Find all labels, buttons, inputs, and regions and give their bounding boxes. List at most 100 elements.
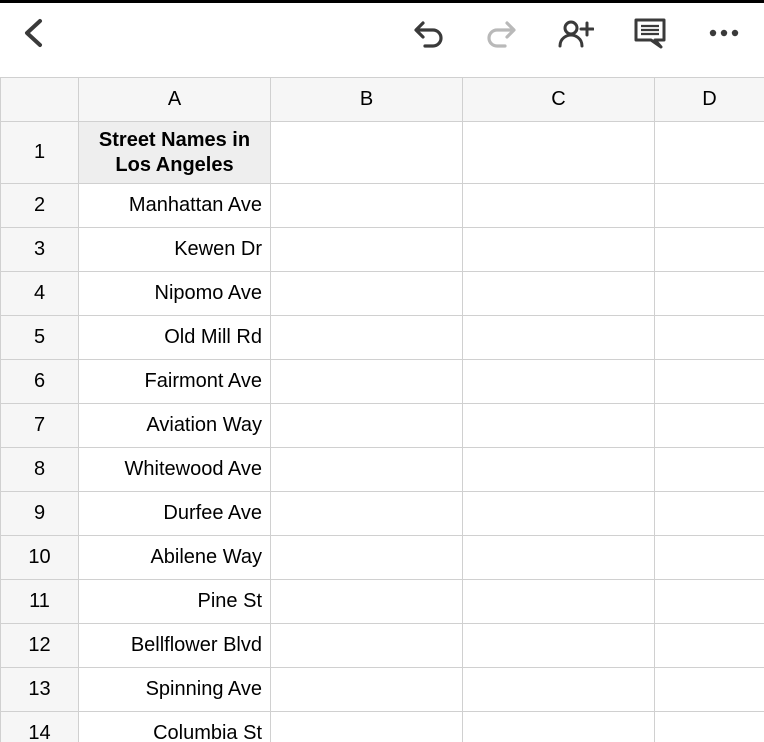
row-header[interactable]: 1 xyxy=(1,122,79,184)
cell[interactable] xyxy=(271,122,463,184)
table-row: 13Spinning Ave xyxy=(1,668,764,712)
cell[interactable] xyxy=(655,122,764,184)
cell[interactable] xyxy=(655,360,764,404)
undo-icon xyxy=(411,18,445,48)
redo-button[interactable] xyxy=(480,11,524,55)
row-header[interactable]: 3 xyxy=(1,228,79,272)
cell[interactable] xyxy=(463,668,655,712)
cell[interactable]: Whitewood Ave xyxy=(79,448,271,492)
cell[interactable] xyxy=(271,184,463,228)
cell[interactable] xyxy=(271,536,463,580)
row-header[interactable]: 5 xyxy=(1,316,79,360)
cell[interactable] xyxy=(271,624,463,668)
cell[interactable]: Fairmont Ave xyxy=(79,360,271,404)
table-row: 2Manhattan Ave xyxy=(1,184,764,228)
cell[interactable] xyxy=(271,404,463,448)
table-row: 8Whitewood Ave xyxy=(1,448,764,492)
cell[interactable] xyxy=(463,360,655,404)
redo-icon xyxy=(485,18,519,48)
table-row: 10Abilene Way xyxy=(1,536,764,580)
cell[interactable] xyxy=(271,272,463,316)
row-header[interactable]: 12 xyxy=(1,624,79,668)
cell[interactable] xyxy=(463,184,655,228)
cell[interactable] xyxy=(463,448,655,492)
cell[interactable] xyxy=(463,536,655,580)
table-row: 1Street Names in Los Angeles xyxy=(1,122,764,184)
cell[interactable] xyxy=(463,228,655,272)
cell[interactable] xyxy=(271,228,463,272)
comments-button[interactable] xyxy=(628,11,672,55)
cell[interactable]: Kewen Dr xyxy=(79,228,271,272)
table-row: 12Bellflower Blvd xyxy=(1,624,764,668)
cell[interactable] xyxy=(655,448,764,492)
row-header[interactable]: 13 xyxy=(1,668,79,712)
row-header[interactable]: 10 xyxy=(1,536,79,580)
cell[interactable] xyxy=(655,712,764,742)
cell[interactable]: Spinning Ave xyxy=(79,668,271,712)
column-header-d[interactable]: D xyxy=(655,78,764,122)
cell[interactable]: Aviation Way xyxy=(79,404,271,448)
cell[interactable] xyxy=(463,580,655,624)
cell[interactable]: Bellflower Blvd xyxy=(79,624,271,668)
row-header[interactable]: 6 xyxy=(1,360,79,404)
column-header-c[interactable]: C xyxy=(463,78,655,122)
cell[interactable] xyxy=(655,536,764,580)
cell[interactable] xyxy=(655,668,764,712)
cell[interactable] xyxy=(271,316,463,360)
cell[interactable]: Abilene Way xyxy=(79,536,271,580)
undo-button[interactable] xyxy=(406,11,450,55)
cell[interactable] xyxy=(463,404,655,448)
cell[interactable] xyxy=(271,712,463,742)
cell[interactable] xyxy=(271,360,463,404)
more-horizontal-icon xyxy=(707,27,741,39)
cell[interactable]: Durfee Ave xyxy=(79,492,271,536)
cell[interactable] xyxy=(655,404,764,448)
spreadsheet-grid: A B C D 1Street Names in Los Angeles2Man… xyxy=(0,77,764,742)
toolbar-left xyxy=(8,11,406,55)
column-header-b[interactable]: B xyxy=(271,78,463,122)
cell[interactable] xyxy=(463,492,655,536)
cell[interactable] xyxy=(655,580,764,624)
cell[interactable] xyxy=(271,492,463,536)
comment-icon xyxy=(633,17,667,49)
spreadsheet[interactable]: A B C D 1Street Names in Los Angeles2Man… xyxy=(0,77,764,742)
cell[interactable]: Pine St xyxy=(79,580,271,624)
cell[interactable] xyxy=(271,668,463,712)
cell[interactable]: Old Mill Rd xyxy=(79,316,271,360)
add-collaborator-button[interactable] xyxy=(554,11,598,55)
row-header[interactable]: 2 xyxy=(1,184,79,228)
table-row: 11Pine St xyxy=(1,580,764,624)
cell[interactable]: Columbia St xyxy=(79,712,271,742)
cell[interactable] xyxy=(463,122,655,184)
cell[interactable]: Nipomo Ave xyxy=(79,272,271,316)
table-row: 9Durfee Ave xyxy=(1,492,764,536)
row-header[interactable]: 4 xyxy=(1,272,79,316)
select-all-corner[interactable] xyxy=(1,78,79,122)
row-header[interactable]: 7 xyxy=(1,404,79,448)
cell[interactable] xyxy=(271,448,463,492)
cell[interactable] xyxy=(463,712,655,742)
cell[interactable] xyxy=(655,492,764,536)
cell[interactable] xyxy=(463,316,655,360)
cell[interactable] xyxy=(655,316,764,360)
row-header[interactable]: 9 xyxy=(1,492,79,536)
toolbar-right xyxy=(406,11,756,55)
row-header[interactable]: 11 xyxy=(1,580,79,624)
back-button[interactable] xyxy=(12,11,56,55)
cell[interactable] xyxy=(271,580,463,624)
person-add-icon xyxy=(558,18,594,48)
table-row: 4Nipomo Ave xyxy=(1,272,764,316)
cell[interactable] xyxy=(655,184,764,228)
row-header[interactable]: 14 xyxy=(1,712,79,742)
cell[interactable]: Street Names in Los Angeles xyxy=(79,122,271,184)
cell[interactable] xyxy=(463,272,655,316)
table-row: 14Columbia St xyxy=(1,712,764,742)
row-header[interactable]: 8 xyxy=(1,448,79,492)
more-button[interactable] xyxy=(702,11,746,55)
cell[interactable] xyxy=(463,624,655,668)
cell[interactable] xyxy=(655,272,764,316)
cell[interactable]: Manhattan Ave xyxy=(79,184,271,228)
cell[interactable] xyxy=(655,624,764,668)
column-header-a[interactable]: A xyxy=(79,78,271,122)
cell[interactable] xyxy=(655,228,764,272)
